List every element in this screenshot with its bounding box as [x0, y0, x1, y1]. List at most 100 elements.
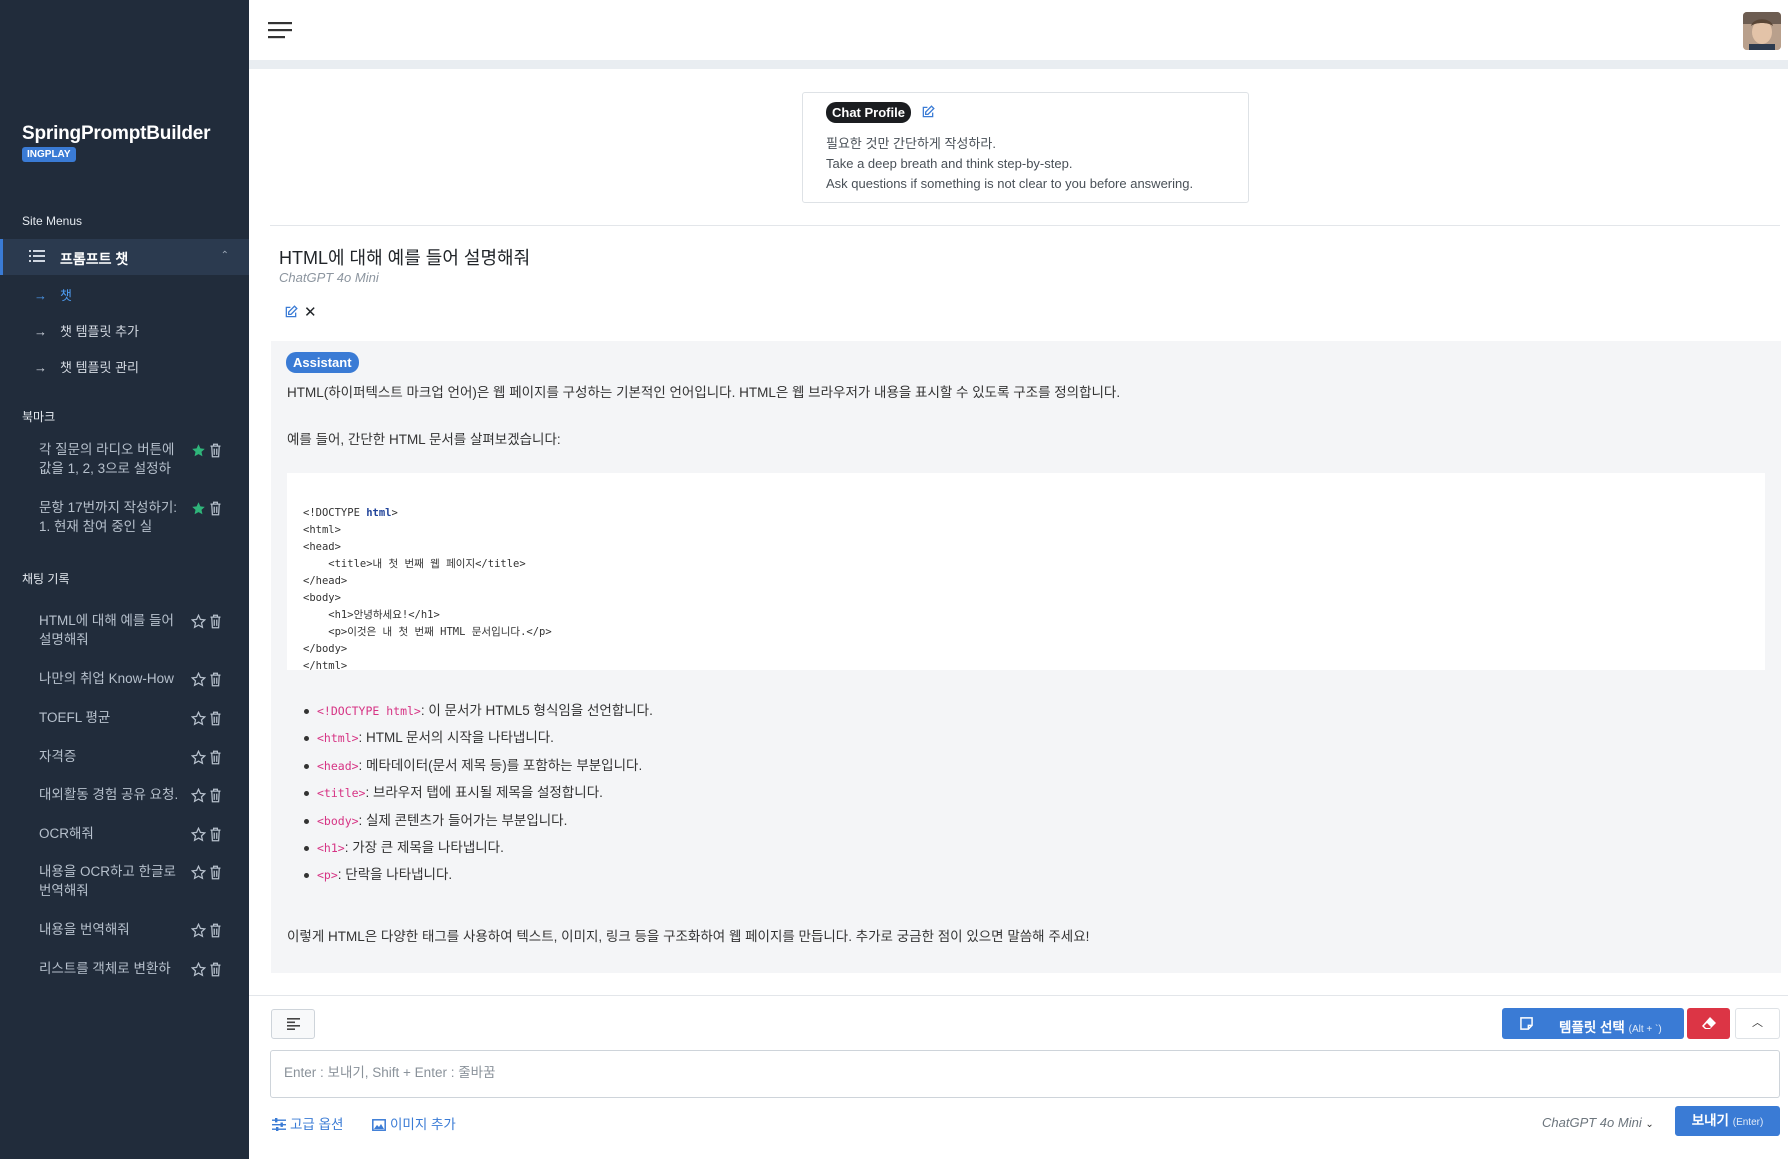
trash-icon[interactable] [209, 501, 222, 516]
advanced-options-link[interactable]: 고급 옵션 [272, 1113, 343, 1133]
answer-intro: HTML(하이퍼텍스트 마크업 언어)은 웹 페이지를 구성하는 기본적인 언어… [287, 385, 1121, 400]
submenu-manage-template[interactable]: → 챗 템플릿 관리 [34, 357, 139, 376]
edit-icon[interactable] [921, 105, 935, 119]
collapse-button[interactable]: ︿ [1735, 1008, 1780, 1039]
menu-prompt-chat[interactable]: 프롬프트 챗 ⌃ [0, 239, 249, 275]
history-actions [191, 711, 225, 727]
submenu-add-template-label: 챗 템플릿 추가 [60, 324, 139, 339]
template-select-button[interactable]: 템플릿 선택 (Alt + `) [1502, 1008, 1684, 1039]
star-outline-icon[interactable] [191, 750, 206, 765]
send-label: 보내기 [1691, 1113, 1729, 1128]
brand-badge: INGPLAY [22, 147, 76, 162]
brand-title[interactable]: SpringPromptBuilder [22, 123, 211, 145]
submenu-add-template[interactable]: → 챗 템플릿 추가 [34, 321, 139, 340]
star-outline-icon[interactable] [191, 827, 206, 842]
tag-code: <head> [317, 758, 359, 773]
align-left-button[interactable] [271, 1009, 315, 1039]
history-actions [191, 672, 225, 688]
arrow-right-icon: → [34, 288, 47, 303]
code-line: <h1>안녕하세요!</h1> [303, 609, 440, 621]
star-filled-icon[interactable] [191, 443, 206, 458]
question-model: ChatGPT 4o Mini [279, 270, 379, 285]
site-menus-title: Site Menus [22, 214, 83, 228]
chevron-down-icon: ⌄ [1645, 1119, 1654, 1130]
submenu-manage-template-label: 챗 템플릿 관리 [60, 360, 139, 375]
sidebar: SpringPromptBuilder INGPLAY Site Menus 프… [0, 0, 249, 1159]
history-item[interactable]: OCR해줘 [39, 824, 189, 843]
star-outline-icon[interactable] [191, 865, 206, 880]
image-icon [372, 1119, 386, 1131]
submenu-chat-label: 챗 [60, 288, 72, 303]
star-outline-icon[interactable] [191, 711, 206, 726]
trash-icon[interactable] [209, 750, 222, 765]
star-outline-icon[interactable] [191, 672, 206, 687]
trash-icon[interactable] [209, 788, 222, 803]
code-line: </head> [303, 575, 348, 587]
list-item: <head>: 메타데이터(문서 제목 등)를 포함하는 부분입니다. [287, 758, 653, 785]
star-filled-icon[interactable] [191, 501, 206, 516]
message-placeholder: Enter : 보내기, Shift + Enter : 줄바꿈 [284, 1065, 496, 1080]
trash-icon[interactable] [209, 923, 222, 938]
trash-icon[interactable] [209, 865, 222, 880]
divider [270, 225, 1780, 226]
code-line: <head> [303, 541, 341, 553]
send-button[interactable]: 보내기 (Enter) [1675, 1106, 1780, 1136]
trash-icon[interactable] [209, 614, 222, 629]
history-title: 채팅 기록 [22, 572, 70, 586]
trash-icon[interactable] [209, 962, 222, 977]
question-title: HTML에 대해 예를 들어 설명해줘 [279, 248, 531, 268]
history-item[interactable]: 내용을 OCR하고 한글로 번역해줘 [39, 862, 189, 900]
star-outline-icon[interactable] [191, 614, 206, 629]
bookmark-title: 북마크 [22, 410, 56, 424]
history-actions [191, 750, 225, 766]
profile-line: Take a deep breath and think step-by-ste… [826, 156, 1073, 171]
tag-desc: : 브라우저 탭에 표시될 제목을 설정합니다. [365, 785, 603, 801]
tag-desc: : 실제 콘텐츠가 들어가는 부분입니다. [358, 812, 568, 828]
avatar[interactable] [1743, 12, 1781, 50]
model-select[interactable]: ChatGPT 4o Mini ⌄ [1542, 1115, 1654, 1130]
history-item[interactable]: 자격증 [39, 747, 189, 766]
history-actions [191, 923, 225, 939]
trash-icon[interactable] [209, 827, 222, 842]
history-actions [191, 827, 225, 843]
note-icon [1520, 1017, 1533, 1030]
top-bar [249, 0, 1788, 60]
tag-code: <!DOCTYPE html> [317, 704, 421, 718]
star-outline-icon[interactable] [191, 788, 206, 803]
list-item: <title>: 브라우저 탭에 표시될 제목을 설정합니다. [287, 785, 653, 812]
profile-line: 필요한 것만 간단하게 작성하라. [826, 136, 996, 151]
history-actions [191, 788, 225, 804]
code-line: <p>이것은 내 첫 번째 HTML 문서입니다.</p> [303, 626, 552, 638]
message-input[interactable]: Enter : 보내기, Shift + Enter : 줄바꿈 [270, 1050, 1780, 1098]
bookmark-item[interactable]: 문항 17번까지 작성하기: 1. 현재 참여 중인 실 [39, 498, 189, 536]
history-item[interactable]: 내용을 번역해줘 [39, 920, 189, 939]
history-item[interactable]: 대외활동 경험 공유 요청. [39, 785, 189, 804]
trash-icon[interactable] [209, 443, 222, 458]
code-line: <title>내 첫 번째 웹 페이지</title> [303, 558, 526, 570]
close-icon[interactable]: ✕ [304, 303, 317, 321]
star-outline-icon[interactable] [191, 962, 206, 977]
trash-icon[interactable] [209, 711, 222, 726]
code-line: </body> [303, 643, 348, 655]
list-item: <h1>: 가장 큰 제목을 나타냅니다. [287, 840, 653, 867]
assistant-message: Assistant HTML(하이퍼텍스트 마크업 언어)은 웹 페이지를 구성… [271, 341, 1781, 973]
edit-icon[interactable] [284, 305, 298, 319]
code-line: <body> [303, 592, 341, 604]
submenu-chat[interactable]: → 챗 [34, 285, 72, 304]
trash-icon[interactable] [209, 672, 222, 687]
history-item[interactable]: 리스트를 객체로 변환하 [39, 959, 189, 978]
answer-example-intro: 예를 들어, 간단한 HTML 문서를 살펴보겠습니다: [287, 432, 561, 447]
sliders-icon [272, 1118, 286, 1131]
list-item: <p>: 단락을 나타냅니다. [287, 867, 653, 894]
star-outline-icon[interactable] [191, 923, 206, 938]
history-item[interactable]: 나만의 취업 Know-How [39, 669, 189, 688]
profile-line: Ask questions if something is not clear … [826, 176, 1194, 191]
clear-button[interactable] [1687, 1008, 1730, 1039]
add-image-link[interactable]: 이미지 추가 [372, 1113, 456, 1133]
bookmark-item[interactable]: 각 질문의 라디오 버튼에 값을 1, 2, 3으로 설정하 [39, 440, 189, 478]
top-bar-divider [249, 60, 1788, 69]
chevron-up-icon[interactable]: ⌃ [221, 250, 229, 261]
hamburger-menu-icon[interactable] [268, 20, 292, 40]
history-item[interactable]: TOEFL 평균 [39, 708, 189, 727]
history-item[interactable]: HTML에 대해 예를 들어 설명해줘 [39, 611, 189, 649]
